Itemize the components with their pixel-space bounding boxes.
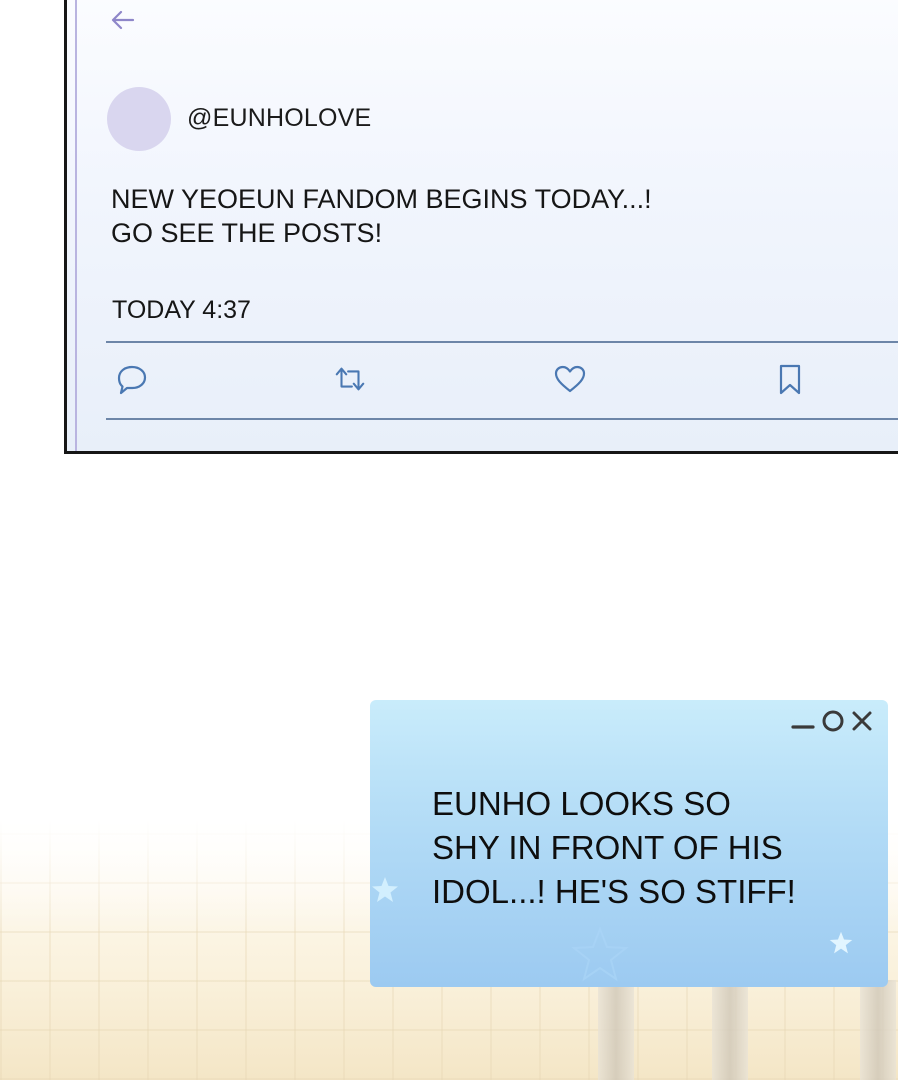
reply-icon[interactable] (115, 362, 149, 396)
heart-icon[interactable] (553, 362, 587, 396)
maximize-icon[interactable] (820, 708, 846, 734)
tweet-card: @EUNHOLOVE NEW YEOEUN FANDOM BEGINS TODA… (64, 0, 898, 454)
divider (106, 418, 898, 420)
popup-message: EUNHO LOOKS SO SHY IN FRONT OF HIS IDOL.… (432, 782, 796, 914)
popup-message-line: IDOL...! HE'S SO STIFF! (432, 873, 796, 910)
minimize-icon[interactable] (790, 708, 816, 734)
bookmark-icon[interactable] (773, 362, 807, 396)
retweet-icon[interactable] (333, 362, 367, 396)
star-icon (829, 931, 853, 954)
back-arrow-icon[interactable] (109, 6, 137, 34)
popup-message-line: EUNHO LOOKS SO (432, 785, 731, 822)
tweet-timestamp: TODAY 4:37 (112, 296, 251, 324)
avatar[interactable] (107, 87, 171, 151)
close-icon[interactable] (850, 708, 874, 734)
window-controls (790, 708, 874, 734)
card-accent-line (75, 0, 77, 451)
tweet-text-line: GO SEE THE POSTS! (111, 218, 383, 248)
divider (106, 341, 898, 343)
user-handle[interactable]: @EUNHOLOVE (187, 104, 371, 133)
star-icon (571, 926, 629, 982)
popup-window: EUNHO LOOKS SO SHY IN FRONT OF HIS IDOL.… (370, 700, 888, 987)
tweet-text-line: NEW YEOEUN FANDOM BEGINS TODAY...! (111, 184, 652, 214)
background-pillar (712, 980, 748, 1080)
popup-message-line: SHY IN FRONT OF HIS (432, 829, 783, 866)
background-pillar (860, 980, 896, 1080)
background-pillar (598, 980, 634, 1080)
star-icon (372, 877, 398, 902)
tweet-text: NEW YEOEUN FANDOM BEGINS TODAY...! GO SE… (111, 182, 652, 250)
